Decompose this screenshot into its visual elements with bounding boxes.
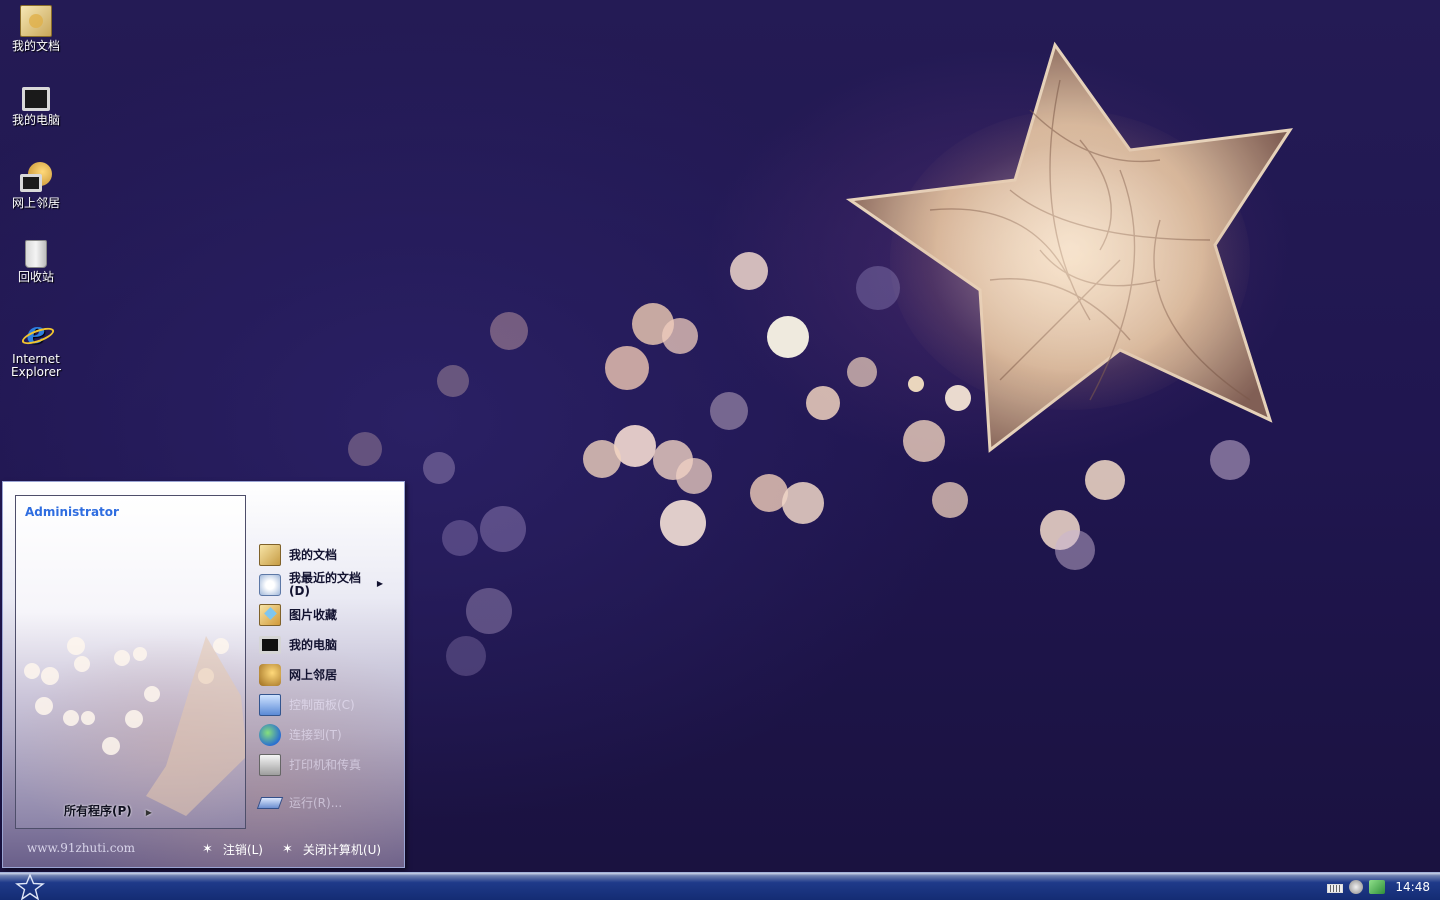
my-computer-icon bbox=[22, 87, 50, 111]
keyboard-icon[interactable] bbox=[1327, 883, 1344, 893]
logoff-star-icon: ✶ bbox=[202, 842, 213, 857]
logoff-label: 注销(L) bbox=[222, 843, 263, 857]
bokeh-light bbox=[446, 636, 486, 676]
bokeh-light bbox=[605, 346, 649, 390]
volume-icon[interactable] bbox=[1349, 879, 1364, 894]
my-computer-icon bbox=[259, 636, 281, 654]
desktop-icon-label: 回收站 bbox=[17, 270, 54, 284]
my-documents-icon bbox=[20, 5, 52, 37]
taskbar: 14:48 bbox=[0, 872, 1440, 900]
internet-explorer-icon: e bbox=[20, 318, 52, 350]
submenu-arrow-icon: ▶ bbox=[376, 579, 383, 588]
menu-item-connect-to[interactable]: 连接到(T) bbox=[259, 720, 401, 750]
site-url-text: www.91zhuti.com bbox=[27, 841, 136, 855]
start-button[interactable] bbox=[12, 874, 48, 900]
desktop-icon-label: 我的电脑 bbox=[11, 113, 60, 127]
desktop-icon-recycle-bin[interactable]: 回收站 bbox=[2, 240, 70, 284]
desktop-icon-label: 网上邻居 bbox=[11, 196, 60, 210]
desktop-icon-internet-explorer[interactable]: e Internet Explorer bbox=[2, 318, 70, 379]
bokeh-light bbox=[1085, 460, 1125, 500]
bokeh-light bbox=[1210, 440, 1250, 480]
bokeh-light bbox=[1055, 530, 1095, 570]
menu-item-control-panel[interactable]: 控制面板(C) bbox=[259, 690, 401, 720]
bokeh-light bbox=[730, 252, 768, 290]
bokeh-light bbox=[437, 365, 469, 397]
menu-item-label: 网上邻居 bbox=[289, 667, 338, 682]
system-tray: 14:48 bbox=[1320, 873, 1440, 900]
menu-item-my-documents[interactable]: 我的文档 bbox=[259, 540, 401, 570]
all-programs-label: 所有程序(P) bbox=[64, 804, 132, 818]
connect-to-icon bbox=[259, 724, 281, 746]
bokeh-light bbox=[466, 588, 512, 634]
all-programs-button[interactable]: 所有程序(P) ▶ bbox=[64, 802, 152, 819]
run-icon bbox=[256, 797, 284, 809]
menu-item-label: 运行(R)... bbox=[289, 795, 343, 810]
bokeh-light bbox=[782, 482, 824, 524]
menu-item-label: 图片收藏 bbox=[289, 607, 338, 622]
bokeh-light bbox=[767, 316, 809, 358]
recycle-bin-icon bbox=[25, 240, 47, 268]
start-menu-footer: www.91zhuti.com ✶ 注销(L) ✶ 关闭计算机(U) bbox=[3, 829, 404, 867]
network-places-icon bbox=[20, 162, 52, 194]
start-menu-left-pane: Administrator 所有程序(P) ▶ bbox=[15, 495, 246, 829]
desktop-icon-my-computer[interactable]: 我的电脑 bbox=[2, 83, 70, 127]
star-start-icon bbox=[15, 874, 45, 900]
bokeh-light bbox=[442, 520, 478, 556]
bokeh-light bbox=[847, 357, 877, 387]
desktop-icon-my-documents[interactable]: 我的文档 bbox=[2, 5, 70, 53]
bokeh-light bbox=[806, 386, 840, 420]
my-pictures-icon bbox=[259, 604, 281, 626]
menu-item-my-pictures[interactable]: 图片收藏 bbox=[259, 600, 401, 630]
bokeh-light bbox=[662, 318, 698, 354]
menu-item-network-places[interactable]: 网上邻居 bbox=[259, 660, 401, 690]
menu-item-printers-faxes[interactable]: 打印机和传真 bbox=[259, 750, 401, 780]
bokeh-light bbox=[660, 500, 706, 546]
desktop-icon-label: Internet Explorer bbox=[11, 352, 61, 379]
menu-item-run[interactable]: 运行(R)... bbox=[256, 788, 401, 818]
bokeh-light bbox=[908, 376, 924, 392]
menu-item-label: 控制面板(C) bbox=[289, 697, 355, 712]
bokeh-light bbox=[348, 432, 382, 466]
arrow-right-icon: ▶ bbox=[145, 808, 152, 817]
user-name: Administrator bbox=[25, 505, 119, 519]
menu-item-my-computer[interactable]: 我的电脑 bbox=[259, 630, 401, 660]
desktop-icon-label: 我的文档 bbox=[11, 39, 60, 53]
menu-item-label: 我的文档 bbox=[289, 547, 338, 562]
bokeh-light bbox=[945, 385, 971, 411]
my-documents-icon bbox=[259, 544, 281, 566]
start-menu-background-art bbox=[24, 636, 245, 816]
menu-item-label: 我的电脑 bbox=[289, 637, 338, 652]
start-menu: Administrator 所有程序(P) ▶ 我的文档 我最近的文档(D) ▶ … bbox=[2, 481, 405, 868]
shutdown-star-icon: ✶ bbox=[282, 842, 293, 857]
shutdown-label: 关闭计算机(U) bbox=[302, 843, 382, 857]
printers-faxes-icon bbox=[259, 754, 281, 776]
bokeh-light bbox=[676, 458, 712, 494]
bokeh-light bbox=[932, 482, 968, 518]
menu-item-recent-documents[interactable]: 我最近的文档(D) ▶ bbox=[259, 570, 401, 600]
bokeh-light bbox=[480, 506, 526, 552]
desktop-icon-network-places[interactable]: 网上邻居 bbox=[2, 162, 70, 210]
network-status-icon[interactable] bbox=[1369, 879, 1386, 894]
bokeh-light bbox=[490, 312, 528, 350]
menu-item-label: 连接到(T) bbox=[289, 727, 342, 742]
menu-item-label: 我最近的文档(D) bbox=[289, 571, 362, 598]
start-menu-right-pane: 我的文档 我最近的文档(D) ▶ 图片收藏 我的电脑 网上邻居 控制面板(C) … bbox=[256, 540, 401, 818]
bokeh-light bbox=[903, 420, 945, 462]
logoff-button[interactable]: ✶ 注销(L) bbox=[202, 841, 263, 858]
menu-item-label: 打印机和传真 bbox=[289, 757, 362, 772]
bokeh-light bbox=[856, 266, 900, 310]
bokeh-light bbox=[583, 440, 621, 478]
recent-documents-icon bbox=[259, 574, 281, 596]
bokeh-light bbox=[423, 452, 455, 484]
network-places-icon bbox=[259, 664, 281, 686]
star-decoration bbox=[830, 20, 1310, 480]
bokeh-light bbox=[710, 392, 748, 430]
clock[interactable]: 14:48 bbox=[1395, 880, 1430, 894]
shutdown-button[interactable]: ✶ 关闭计算机(U) bbox=[282, 841, 381, 858]
control-panel-icon bbox=[259, 694, 281, 716]
